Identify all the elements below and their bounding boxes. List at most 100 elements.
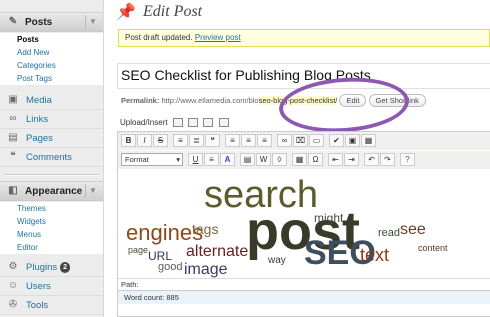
- menu-separator: [4, 174, 99, 176]
- strikethrough-icon[interactable]: S: [153, 134, 168, 147]
- media-embed-icon[interactable]: ▦: [292, 153, 307, 166]
- word-cloud-image[interactable]: search post engines SEO alternate tags t…: [118, 170, 490, 278]
- paste-word-icon[interactable]: W: [256, 153, 271, 166]
- word-read: read: [378, 227, 401, 239]
- add-audio-icon[interactable]: [203, 118, 214, 128]
- remove-format-icon[interactable]: ◊: [272, 153, 287, 166]
- submenu-widgets[interactable]: Widgets: [0, 215, 103, 228]
- menu-users[interactable]: ☺ Users: [0, 277, 103, 296]
- posts-submenu: Posts Add New Categories Post Tags: [0, 33, 103, 85]
- redo-icon[interactable]: ↷: [380, 153, 395, 166]
- align-left-icon[interactable]: ≡: [225, 134, 240, 147]
- more-tag-icon[interactable]: ▭: [309, 134, 324, 147]
- help-icon[interactable]: ?: [400, 153, 415, 166]
- special-char-icon[interactable]: Ω: [308, 153, 323, 166]
- plugins-icon: ⚙: [8, 261, 18, 272]
- justify-icon[interactable]: ≡: [204, 153, 219, 166]
- word-image: image: [184, 261, 228, 278]
- numbered-list-icon[interactable]: ≣: [189, 134, 204, 147]
- indent-icon[interactable]: ⇥: [344, 153, 359, 166]
- add-media-icon[interactable]: [218, 118, 229, 128]
- editor-path: Path:: [118, 278, 490, 290]
- link-icon[interactable]: ∞: [277, 134, 292, 147]
- menu-links[interactable]: ∞ Links: [0, 110, 103, 129]
- spellcheck-icon[interactable]: ✔: [329, 134, 344, 147]
- menu-links-label: Links: [26, 114, 49, 125]
- menu-media[interactable]: ▣ Media: [0, 91, 103, 110]
- word-good: good: [158, 261, 183, 273]
- bold-icon[interactable]: B: [121, 134, 136, 147]
- chevron-down-icon[interactable]: ▼: [85, 15, 100, 29]
- update-count-badge: 2: [60, 262, 71, 273]
- word-way: way: [268, 255, 286, 266]
- chevron-down-icon[interactable]: ▼: [85, 184, 100, 198]
- submenu-categories[interactable]: Categories: [0, 59, 103, 72]
- comments-icon: ❝: [10, 151, 16, 162]
- editor-toolbar-1: B I S ≡ ≣ ❝ ≡ ≡ ≡ ∞ ⌧ ▭ ✔ ▣ ▦: [118, 132, 490, 150]
- pin-icon: 📌: [116, 4, 136, 21]
- undo-icon[interactable]: ↶: [364, 153, 379, 166]
- add-video-icon[interactable]: [188, 118, 199, 128]
- posts-icon: ✎: [8, 16, 18, 27]
- word-content: content: [418, 243, 448, 253]
- word-alternate: alternate: [186, 243, 249, 260]
- menu-pages-label: Pages: [26, 133, 53, 144]
- word-might: might: [314, 211, 344, 225]
- add-image-icon[interactable]: [172, 118, 183, 128]
- upload-insert-bar: Upload/Insert: [120, 118, 229, 128]
- menu-plugins-label: Plugins 2: [26, 262, 71, 274]
- menu-users-label: Users: [26, 281, 51, 292]
- word-tags: tags: [192, 221, 219, 237]
- menu-posts[interactable]: ✎ Posts ▼: [0, 12, 103, 32]
- submenu-editor[interactable]: Editor: [0, 241, 103, 254]
- main-content: 📌 Edit Post Post draft updated. Preview …: [104, 0, 490, 317]
- align-right-icon[interactable]: ≡: [257, 134, 272, 147]
- page-title: Edit Post: [143, 3, 203, 20]
- submenu-menus[interactable]: Menus: [0, 228, 103, 241]
- menu-tools[interactable]: ✇ Tools: [0, 296, 103, 315]
- permalink-label: Permalink:: [121, 96, 160, 105]
- admin-sidebar: ✎ Posts ▼ Posts Add New Categories Post …: [0, 0, 104, 317]
- unlink-icon[interactable]: ⌧: [293, 134, 308, 147]
- post-editor: B I S ≡ ≣ ❝ ≡ ≡ ≡ ∞ ⌧ ▭ ✔ ▣ ▦ Format U ≡…: [117, 131, 490, 317]
- menu-posts-label: Posts: [25, 17, 53, 28]
- links-icon: ∞: [9, 113, 17, 124]
- word-see: see: [400, 221, 426, 238]
- underline-icon[interactable]: U: [188, 153, 203, 166]
- word-page: page: [128, 245, 149, 255]
- submenu-add-new[interactable]: Add New: [0, 46, 103, 59]
- outdent-icon[interactable]: ⇤: [328, 153, 343, 166]
- menu-tools-label: Tools: [26, 300, 49, 311]
- users-icon: ☺: [7, 280, 19, 291]
- submenu-posts[interactable]: Posts: [0, 33, 103, 46]
- menu-comments[interactable]: ❝ Comments: [0, 148, 103, 167]
- notice-text: Post draft updated.: [125, 33, 193, 42]
- submenu-post-tags[interactable]: Post Tags: [0, 72, 103, 85]
- menu-plugins[interactable]: ⚙ Plugins 2: [0, 258, 103, 277]
- paste-text-icon[interactable]: ▤: [240, 153, 255, 166]
- word-text: text: [360, 245, 390, 265]
- editor-toolbar-2: Format U ≡ A ▤ W ◊ ▦ Ω ⇤ ⇥ ↶ ↷ ?: [118, 151, 490, 169]
- preview-post-link[interactable]: Preview post: [195, 33, 241, 42]
- menu-comments-label: Comments: [26, 152, 72, 163]
- upload-insert-label: Upload/Insert: [120, 118, 168, 127]
- word-count: Word count: 885: [118, 290, 490, 304]
- tools-icon: ✇: [8, 299, 18, 310]
- text-color-icon[interactable]: A: [220, 153, 235, 166]
- format-select[interactable]: Format: [121, 153, 183, 166]
- fullscreen-icon[interactable]: ▣: [345, 134, 360, 147]
- permalink-base: http://www.ellamedia.com/blo: [161, 96, 259, 105]
- menu-pages[interactable]: ▤ Pages: [0, 129, 103, 148]
- menu-media-label: Media: [26, 95, 52, 106]
- update-notice: Post draft updated. Preview post: [118, 29, 490, 47]
- plugins-label-text: Plugins: [26, 262, 58, 274]
- bullet-list-icon[interactable]: ≡: [173, 134, 188, 147]
- menu-appearance[interactable]: ◧ Appearance ▼: [0, 181, 103, 201]
- appearance-icon: ◧: [8, 185, 18, 196]
- italic-icon[interactable]: I: [137, 134, 152, 147]
- submenu-themes[interactable]: Themes: [0, 202, 103, 215]
- align-center-icon[interactable]: ≡: [241, 134, 256, 147]
- blockquote-icon[interactable]: ❝: [205, 134, 220, 147]
- media-icon: ▣: [8, 94, 18, 105]
- kitchen-sink-icon[interactable]: ▦: [361, 134, 376, 147]
